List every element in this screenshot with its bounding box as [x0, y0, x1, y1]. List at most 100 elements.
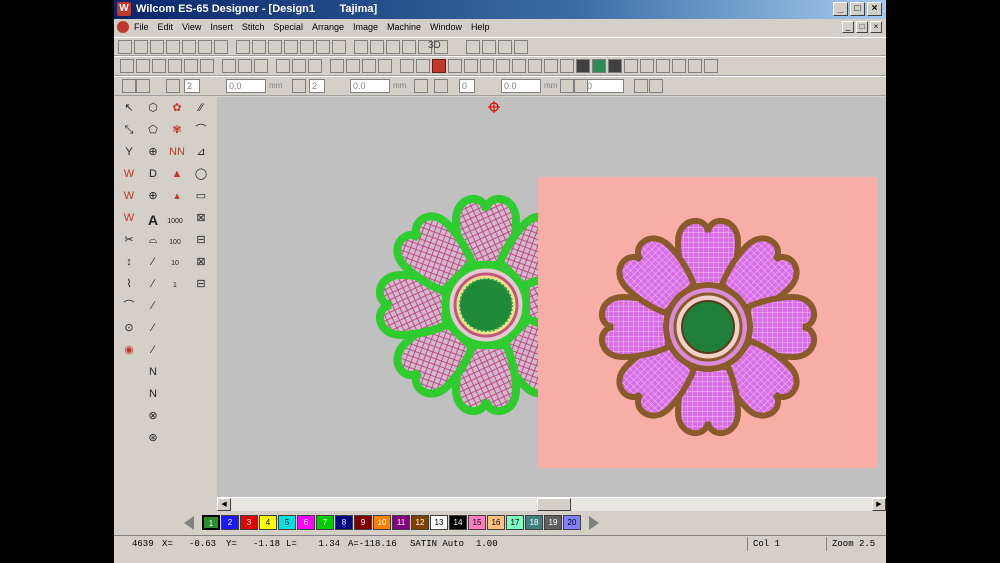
- color-swatch-13[interactable]: 13: [430, 515, 448, 530]
- scroll-thumb[interactable]: [537, 498, 571, 511]
- stitch-tool-4-icon[interactable]: [166, 40, 180, 54]
- standard-tool-34-icon[interactable]: [672, 59, 686, 73]
- tool-9-4-icon[interactable]: ⊟: [192, 275, 210, 293]
- tool-6-1-icon[interactable]: W: [120, 209, 138, 227]
- reference-image[interactable]: [538, 177, 878, 468]
- stitch-tool-5-icon[interactable]: [182, 40, 196, 54]
- palette-next-icon[interactable]: [589, 516, 599, 530]
- stitch-count-10[interactable]: 10: [166, 255, 184, 273]
- tool-9-1-icon[interactable]: ⌇: [120, 275, 138, 293]
- stitch-tool-2-icon[interactable]: [134, 40, 148, 54]
- color-swatch-19[interactable]: 19: [544, 515, 562, 530]
- color-swatch-3[interactable]: 3: [240, 515, 258, 530]
- tool-15-2-icon[interactable]: ⊗: [144, 407, 162, 425]
- standard-tool-3-icon[interactable]: [152, 59, 166, 73]
- menu-edit[interactable]: Edit: [158, 19, 174, 36]
- tool-5-2-icon[interactable]: ⊕: [144, 187, 162, 205]
- menu-window[interactable]: Window: [430, 19, 462, 36]
- standard-tool-5-icon[interactable]: [184, 59, 198, 73]
- tool-13-2-icon[interactable]: N: [144, 363, 162, 381]
- stitch-count-100[interactable]: 100: [166, 234, 184, 252]
- 3d-view-button[interactable]: 3D: [428, 40, 441, 51]
- field-6[interactable]: 0.0: [501, 79, 541, 93]
- tool-7-4-icon[interactable]: ⊟: [192, 231, 210, 249]
- standard-tool-29-icon[interactable]: [592, 59, 606, 73]
- maximize-button[interactable]: □: [850, 2, 865, 16]
- standard-tool-6-icon[interactable]: [200, 59, 214, 73]
- color-swatch-10[interactable]: 10: [373, 515, 391, 530]
- standard-tool-28-icon[interactable]: [576, 59, 590, 73]
- standard-tool-18-icon[interactable]: [416, 59, 430, 73]
- standard-tool-13-icon[interactable]: [330, 59, 344, 73]
- standard-tool-20-icon[interactable]: [448, 59, 462, 73]
- horizontal-scrollbar[interactable]: ◀ ▶: [217, 497, 886, 511]
- color-swatch-2[interactable]: 2: [221, 515, 239, 530]
- stitch-tool-13-icon[interactable]: [316, 40, 330, 54]
- stitch-tool-3-icon[interactable]: [150, 40, 164, 54]
- menu-file[interactable]: File: [134, 19, 149, 36]
- document-menu-icon[interactable]: [117, 21, 129, 33]
- property-tool-8-icon[interactable]: [574, 79, 588, 93]
- standard-tool-21-icon[interactable]: [464, 59, 478, 73]
- field-1[interactable]: 2: [184, 79, 200, 93]
- tool-5-3-icon[interactable]: ▴: [168, 187, 186, 205]
- tool-2-2-icon[interactable]: ⬠: [144, 121, 162, 139]
- stitch-tool-8-icon[interactable]: [236, 40, 250, 54]
- color-swatch-5[interactable]: 5: [278, 515, 296, 530]
- text-tool[interactable]: A: [144, 211, 162, 229]
- standard-tool-23-icon[interactable]: [496, 59, 510, 73]
- tool-3-3-icon[interactable]: NN: [168, 143, 186, 161]
- property-tool-10-icon[interactable]: [649, 79, 663, 93]
- tool-16-2-icon[interactable]: ⊛: [144, 429, 162, 447]
- tool-1-3-icon[interactable]: ✿: [168, 99, 186, 117]
- color-swatch-4[interactable]: 4: [259, 515, 277, 530]
- color-swatch-16[interactable]: 16: [487, 515, 505, 530]
- field-2[interactable]: 0.0: [226, 79, 266, 93]
- standard-tool-12-icon[interactable]: [308, 59, 322, 73]
- stitch-tool-17-icon[interactable]: [386, 40, 400, 54]
- tool-5-4-icon[interactable]: ▭: [192, 187, 210, 205]
- stitch-tool-10-icon[interactable]: [268, 40, 282, 54]
- tool-11-2-icon[interactable]: ∕: [144, 319, 162, 337]
- standard-tool-10-icon[interactable]: [276, 59, 290, 73]
- menu-insert[interactable]: Insert: [210, 19, 233, 36]
- color-swatch-8[interactable]: 8: [335, 515, 353, 530]
- standard-tool-19-icon[interactable]: [432, 59, 446, 73]
- stitch-tool-22-icon[interactable]: [482, 40, 496, 54]
- standard-tool-35-icon[interactable]: [688, 59, 702, 73]
- stitch-tool-23-icon[interactable]: [498, 40, 512, 54]
- tool-8-1-icon[interactable]: ↕: [120, 253, 138, 271]
- stitch-tool-15-icon[interactable]: [354, 40, 368, 54]
- standard-tool-17-icon[interactable]: [400, 59, 414, 73]
- minimize-button[interactable]: _: [833, 2, 848, 16]
- stitch-tool-11-icon[interactable]: [284, 40, 298, 54]
- stitch-tool-16-icon[interactable]: [370, 40, 384, 54]
- color-swatch-1[interactable]: 1: [202, 515, 220, 530]
- tool-2-4-icon[interactable]: ⌒: [192, 121, 210, 139]
- stitch-tool-14-icon[interactable]: [332, 40, 346, 54]
- tool-1-1-icon[interactable]: ↖: [120, 99, 138, 117]
- standard-tool-26-icon[interactable]: [544, 59, 558, 73]
- field-4[interactable]: 0.0: [350, 79, 390, 93]
- property-tool-6-icon[interactable]: [434, 79, 448, 93]
- standard-tool-33-icon[interactable]: [656, 59, 670, 73]
- color-swatch-7[interactable]: 7: [316, 515, 334, 530]
- tool-6-4-icon[interactable]: ⊠: [192, 209, 210, 227]
- standard-tool-11-icon[interactable]: [292, 59, 306, 73]
- tool-4-1-icon[interactable]: W: [120, 165, 138, 183]
- standard-tool-1-icon[interactable]: [120, 59, 134, 73]
- stitch-tool-18-icon[interactable]: [402, 40, 416, 54]
- stitch-tool-7-icon[interactable]: [214, 40, 228, 54]
- field-5[interactable]: 0: [459, 79, 475, 93]
- stitch-count-1[interactable]: 1: [166, 277, 184, 295]
- standard-tool-30-icon[interactable]: [608, 59, 622, 73]
- menu-image[interactable]: Image: [353, 19, 378, 36]
- stitch-tool-6-icon[interactable]: [198, 40, 212, 54]
- tool-2-3-icon[interactable]: ✾: [168, 121, 186, 139]
- scroll-left-icon[interactable]: ◀: [217, 498, 231, 511]
- tool-10-2-icon[interactable]: ∕: [144, 297, 162, 315]
- menu-stitch[interactable]: Stitch: [242, 19, 265, 36]
- standard-tool-7-icon[interactable]: [222, 59, 236, 73]
- standard-tool-14-icon[interactable]: [346, 59, 360, 73]
- tool-8-4-icon[interactable]: ⊠: [192, 253, 210, 271]
